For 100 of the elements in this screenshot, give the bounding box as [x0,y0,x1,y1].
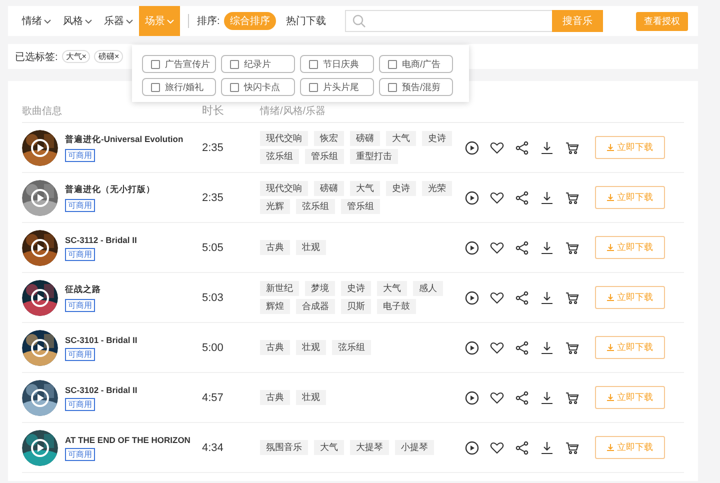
song-title[interactable]: AT THE END OF THE HORIZON [65,434,190,444]
tag[interactable]: 管乐组 [305,149,344,164]
tag[interactable]: 弦乐组 [260,149,299,164]
checkbox[interactable] [230,82,239,92]
heart-icon[interactable] [490,340,504,354]
scene-option[interactable]: 节日庆典 [300,55,374,73]
tag[interactable]: 大气 [377,281,407,296]
song-title[interactable]: 征战之路 [65,284,101,296]
checkbox[interactable] [230,60,239,68]
search-field[interactable] [345,10,552,32]
tag[interactable]: 弦乐组 [296,199,335,214]
tag[interactable]: 贝斯 [341,299,371,314]
tag[interactable]: 现代交响 [260,131,308,146]
download-icon[interactable] [540,140,554,154]
cart-icon[interactable] [565,290,579,304]
tag[interactable]: 磅礴 [314,181,344,196]
sort-option[interactable]: 热门下载 [280,12,332,30]
download-icon[interactable] [540,290,554,304]
cart-icon[interactable] [565,140,579,154]
share-icon[interactable] [515,440,529,454]
tag[interactable]: 古典 [260,340,290,355]
tag[interactable]: 新世纪 [260,281,299,296]
tag[interactable]: 重型打击 [350,149,398,164]
cart-icon[interactable] [565,190,579,204]
tag[interactable]: 弦乐组 [332,340,371,355]
song-title[interactable]: SC-3102 - Bridal II [65,384,138,394]
tag[interactable]: 恢宏 [314,131,344,146]
checkbox[interactable] [388,82,397,92]
play-icon[interactable] [465,140,479,154]
play-icon[interactable] [465,290,479,304]
tag[interactable]: 感人 [413,281,443,296]
tag[interactable]: 合成器 [296,299,335,314]
share-icon[interactable] [515,340,529,354]
selected-tag[interactable]: 磅礴× [94,50,124,63]
filter-menu[interactable]: 乐器 [98,6,139,36]
scene-option[interactable]: 电商/广告 [379,55,453,73]
tag[interactable]: 壮观 [296,340,326,355]
scene-option[interactable]: 预告/混剪 [379,78,453,96]
checkbox[interactable] [309,82,318,92]
tag[interactable]: 大提琴 [350,440,389,455]
song-title[interactable]: 普遍进化-Universal Evolution [65,134,184,146]
heart-icon[interactable] [490,240,504,254]
filter-menu[interactable]: 风格 [57,6,98,36]
scene-option[interactable]: 旅行/婚礼 [142,78,216,96]
tag[interactable]: 梦境 [305,281,335,296]
song-title[interactable]: SC-3112 - Bridal II [65,234,137,244]
tag[interactable]: 电子鼓 [377,299,416,314]
tag[interactable]: 史诗 [422,131,452,146]
tag[interactable]: 大气 [350,181,380,196]
cart-icon[interactable] [565,390,579,404]
download-icon[interactable] [540,390,554,404]
checkbox[interactable] [309,60,318,68]
tag[interactable]: 管乐组 [341,199,380,214]
scene-option[interactable]: 广告宣传片 [142,55,216,73]
tag[interactable]: 古典 [260,390,290,405]
checkbox[interactable] [151,82,160,92]
filter-menu[interactable]: 情绪 [16,6,57,36]
play-icon[interactable] [465,440,479,454]
tag[interactable]: 大气 [386,131,416,146]
download-icon[interactable] [540,340,554,354]
share-icon[interactable] [515,290,529,304]
tag[interactable]: 大气 [314,440,344,455]
heart-icon[interactable] [490,140,504,154]
heart-icon[interactable] [490,390,504,404]
cart-icon[interactable] [565,440,579,454]
tag[interactable]: 史诗 [386,181,416,196]
tag[interactable]: 光荣 [422,181,452,196]
tag[interactable]: 光辉 [260,199,290,214]
cart-icon[interactable] [565,240,579,254]
tag[interactable]: 壮观 [296,240,326,255]
play-icon[interactable] [465,390,479,404]
download-icon[interactable] [540,190,554,204]
download-icon[interactable] [540,440,554,454]
checkbox[interactable] [151,60,160,68]
tag[interactable]: 史诗 [341,281,371,296]
play-icon[interactable] [465,240,479,254]
share-icon[interactable] [515,390,529,404]
heart-icon[interactable] [490,190,504,204]
selected-tag[interactable]: 大气× [62,50,90,63]
cart-icon[interactable] [565,340,579,354]
heart-icon[interactable] [490,440,504,454]
song-title[interactable]: 普遍进化（无小打版） [65,184,155,196]
share-icon[interactable] [515,240,529,254]
tag[interactable]: 现代交响 [260,181,308,196]
tag[interactable]: 壮观 [296,390,326,405]
play-icon[interactable] [465,190,479,204]
tag[interactable]: 小提琴 [395,440,434,455]
tag[interactable]: 古典 [260,240,290,255]
heart-icon[interactable] [490,290,504,304]
tag[interactable]: 氛围音乐 [260,440,308,455]
tag[interactable]: 辉煌 [260,299,290,314]
song-title[interactable]: SC-3101 - Bridal II [65,334,138,344]
share-icon[interactable] [515,140,529,154]
checkbox[interactable] [388,60,397,68]
scene-option[interactable]: 快闪卡点 [221,78,295,96]
scene-option[interactable]: 片头片尾 [300,78,374,96]
download-icon[interactable] [540,240,554,254]
tag[interactable]: 磅礴 [350,131,380,146]
share-icon[interactable] [515,190,529,204]
scene-option[interactable]: 纪录片 [221,55,295,73]
